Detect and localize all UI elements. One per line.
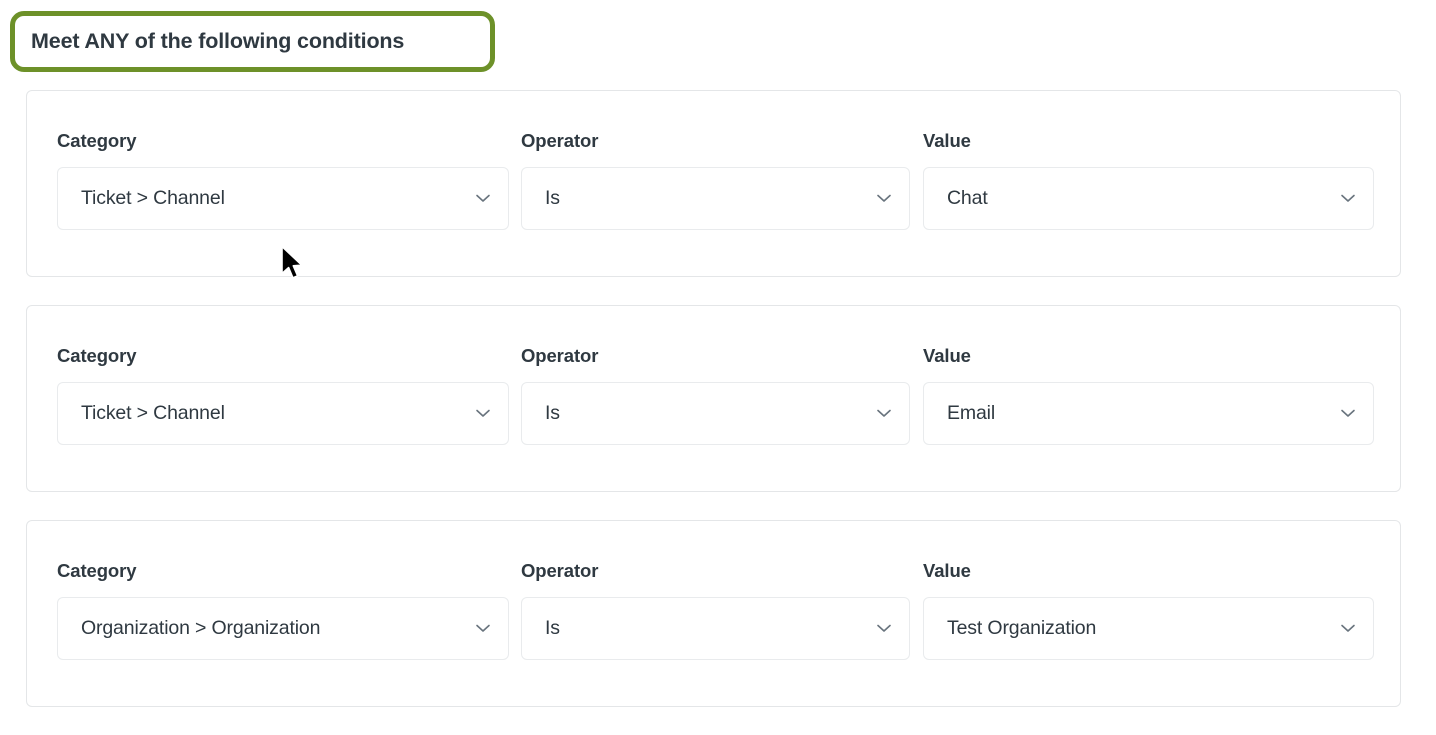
operator-label: Operator [521, 347, 910, 366]
category-label: Category [57, 132, 509, 151]
category-select[interactable]: Ticket > Channel [57, 382, 509, 445]
operator-label: Operator [521, 562, 910, 581]
category-label: Category [57, 347, 509, 366]
conditions-list: Category Ticket > Channel Operator Is [26, 90, 1401, 735]
chevron-down-icon [1337, 187, 1359, 209]
value-label: Value [923, 347, 1374, 366]
condition-card: Category Ticket > Channel Operator Is [26, 90, 1401, 277]
value-select[interactable]: Email [923, 382, 1374, 445]
chevron-down-icon [873, 617, 895, 639]
category-select-value: Ticket > Channel [81, 187, 225, 210]
chevron-down-icon [472, 617, 494, 639]
category-select-value: Organization > Organization [81, 617, 320, 640]
category-select[interactable]: Ticket > Channel [57, 167, 509, 230]
conditions-section-highlight: Meet ANY of the following conditions [10, 11, 495, 72]
condition-card: Category Ticket > Channel Operator Is [26, 305, 1401, 492]
chevron-down-icon [472, 402, 494, 424]
condition-operator-field: Operator Is [521, 562, 910, 660]
chevron-down-icon [1337, 617, 1359, 639]
condition-value-field: Value Chat [923, 132, 1374, 230]
operator-select[interactable]: Is [521, 167, 910, 230]
condition-operator-field: Operator Is [521, 132, 910, 230]
value-select-value: Chat [947, 187, 988, 210]
chevron-down-icon [873, 402, 895, 424]
operator-select[interactable]: Is [521, 382, 910, 445]
value-label: Value [923, 562, 1374, 581]
condition-operator-field: Operator Is [521, 347, 910, 445]
category-select[interactable]: Organization > Organization [57, 597, 509, 660]
condition-value-field: Value Email [923, 347, 1374, 445]
conditions-section-title: Meet ANY of the following conditions [31, 29, 404, 54]
operator-select[interactable]: Is [521, 597, 910, 660]
condition-category-field: Category Ticket > Channel [57, 132, 509, 230]
operator-select-value: Is [545, 402, 560, 425]
category-select-value: Ticket > Channel [81, 402, 225, 425]
condition-category-field: Category Organization > Organization [57, 562, 509, 660]
chevron-down-icon [472, 187, 494, 209]
value-label: Value [923, 132, 1374, 151]
chevron-down-icon [873, 187, 895, 209]
value-select[interactable]: Chat [923, 167, 1374, 230]
operator-select-value: Is [545, 187, 560, 210]
condition-value-field: Value Test Organization [923, 562, 1374, 660]
condition-category-field: Category Ticket > Channel [57, 347, 509, 445]
chevron-down-icon [1337, 402, 1359, 424]
condition-card: Category Organization > Organization Ope… [26, 520, 1401, 707]
operator-select-value: Is [545, 617, 560, 640]
value-select[interactable]: Test Organization [923, 597, 1374, 660]
category-label: Category [57, 562, 509, 581]
value-select-value: Test Organization [947, 617, 1096, 640]
value-select-value: Email [947, 402, 995, 425]
operator-label: Operator [521, 132, 910, 151]
